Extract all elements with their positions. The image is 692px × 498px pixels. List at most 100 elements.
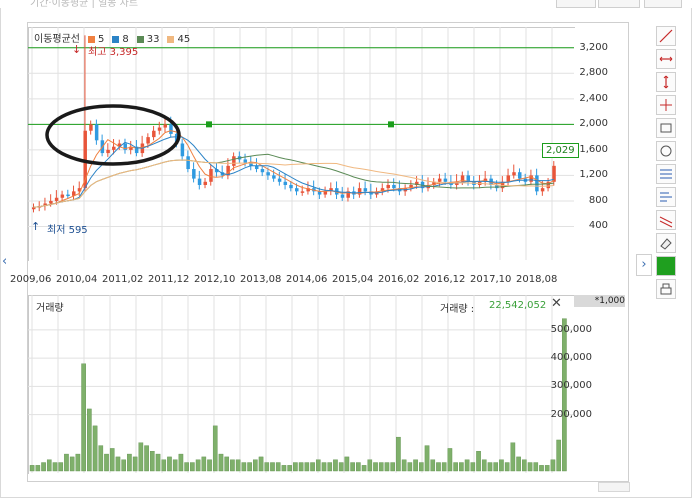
- volume-bar: [218, 453, 224, 472]
- rectangle-icon[interactable]: [656, 118, 676, 138]
- date-tick-label: 2010,04: [56, 274, 98, 285]
- volume-bar: [562, 318, 567, 472]
- candle-body: [106, 149, 110, 154]
- volume-bar: [35, 465, 41, 472]
- candle-body: [277, 178, 282, 182]
- candle-body: [254, 165, 259, 170]
- horizontal-line-icon[interactable]: [656, 49, 676, 69]
- eraser-icon[interactable]: [656, 233, 676, 253]
- volume-bar: [64, 453, 69, 472]
- volume-bar: [195, 459, 201, 472]
- volume-bar: [190, 462, 195, 472]
- low-label: 최저 595: [47, 225, 88, 236]
- volume-bar: [321, 462, 327, 472]
- volume-bar: [504, 462, 510, 472]
- candle-body: [512, 172, 516, 176]
- close-icon[interactable]: ✕: [551, 296, 562, 311]
- date-tick-label: 2014,06: [286, 274, 328, 285]
- vertical-line-icon[interactable]: [656, 72, 676, 92]
- volume-bar: [510, 442, 516, 472]
- volume-bar: [115, 456, 121, 472]
- volume-bar: [418, 462, 424, 472]
- scroll-right-icon[interactable]: ›: [636, 254, 652, 276]
- volume-bar: [544, 465, 550, 472]
- volume-bar: [481, 459, 487, 472]
- volume-bar: [241, 462, 247, 472]
- volume-bar: [98, 445, 104, 472]
- volume-bar: [447, 448, 453, 472]
- volume-bar: [344, 456, 350, 472]
- fibonacci-icon[interactable]: [656, 164, 676, 184]
- volume-tick-label: 200,000: [550, 408, 592, 420]
- header-tab-3[interactable]: [644, 0, 682, 8]
- volume-bar: [46, 459, 52, 472]
- low-arrow-icon: ↑: [31, 220, 41, 233]
- candle-body: [163, 124, 167, 128]
- volume-readout-label: 거래량 :: [440, 304, 475, 315]
- volume-bar: [430, 459, 436, 472]
- price-tick-label: 3,200: [579, 41, 608, 53]
- print-icon[interactable]: [656, 279, 676, 299]
- volume-bar: [350, 462, 355, 472]
- candle-body: [386, 184, 390, 189]
- volume-bar: [52, 462, 58, 472]
- volume-bar: [138, 442, 144, 472]
- volume-bar: [550, 459, 556, 472]
- volume-bar: [258, 456, 264, 472]
- candle-body: [54, 197, 59, 201]
- price-tick-label: 2,000: [579, 118, 608, 130]
- volume-tick-label: 300,000: [550, 380, 592, 392]
- volume-bar: [556, 439, 561, 472]
- volume-bar: [453, 462, 458, 472]
- volume-bar: [58, 462, 64, 472]
- color-picker-icon[interactable]: [656, 256, 676, 276]
- volume-bar: [270, 462, 275, 472]
- candle-body: [112, 146, 116, 150]
- candle-body: [232, 156, 236, 166]
- header-tab-1[interactable]: [556, 0, 596, 8]
- trendline-icon[interactable]: [656, 26, 676, 46]
- volume-bar: [149, 451, 155, 472]
- volume-tick-label: 400,000: [550, 352, 592, 364]
- candle-body: [169, 124, 173, 134]
- volume-chart-svg[interactable]: [28, 295, 574, 473]
- volume-bar: [441, 462, 447, 472]
- circle-icon[interactable]: [656, 141, 676, 161]
- volume-bar: [201, 456, 207, 472]
- volume-bar: [167, 456, 172, 472]
- candle-body: [535, 175, 539, 192]
- volume-bar: [459, 462, 464, 472]
- parallel-lines-icon[interactable]: [656, 210, 676, 230]
- volume-bar: [127, 453, 132, 472]
- candle-body: [157, 127, 162, 131]
- volume-bar: [207, 459, 212, 472]
- volume-bar: [315, 459, 321, 472]
- scroll-left-icon[interactable]: ‹: [2, 254, 14, 274]
- volume-bar: [235, 459, 241, 472]
- candle-body: [363, 188, 368, 192]
- candle-body: [340, 194, 345, 198]
- volume-multiplier: *1,000: [574, 295, 625, 307]
- candle-body: [94, 124, 99, 141]
- gann-icon[interactable]: [656, 187, 676, 207]
- date-tick-label: 2009,06: [10, 274, 52, 285]
- volume-bar: [356, 462, 361, 472]
- candle-body: [283, 181, 288, 185]
- price-chart-svg[interactable]: [28, 27, 574, 260]
- volume-bar: [92, 425, 98, 472]
- candle-body: [66, 194, 70, 197]
- candle-body: [295, 188, 299, 192]
- date-tick-label: 2018,08: [516, 274, 558, 285]
- ma45-label: 45: [177, 34, 191, 45]
- ma33-label: 33: [146, 34, 160, 45]
- volume-bar: [401, 459, 407, 472]
- high-arrow-icon: ↓: [72, 43, 82, 56]
- volume-bar: [304, 462, 310, 472]
- candle-body: [266, 172, 270, 176]
- candle-body: [289, 184, 293, 189]
- bottom-tab-1[interactable]: [598, 482, 630, 492]
- volume-bar: [212, 425, 218, 472]
- crosshair-icon[interactable]: [656, 95, 676, 115]
- line-handle: [206, 121, 212, 128]
- header-tab-2[interactable]: [598, 0, 640, 8]
